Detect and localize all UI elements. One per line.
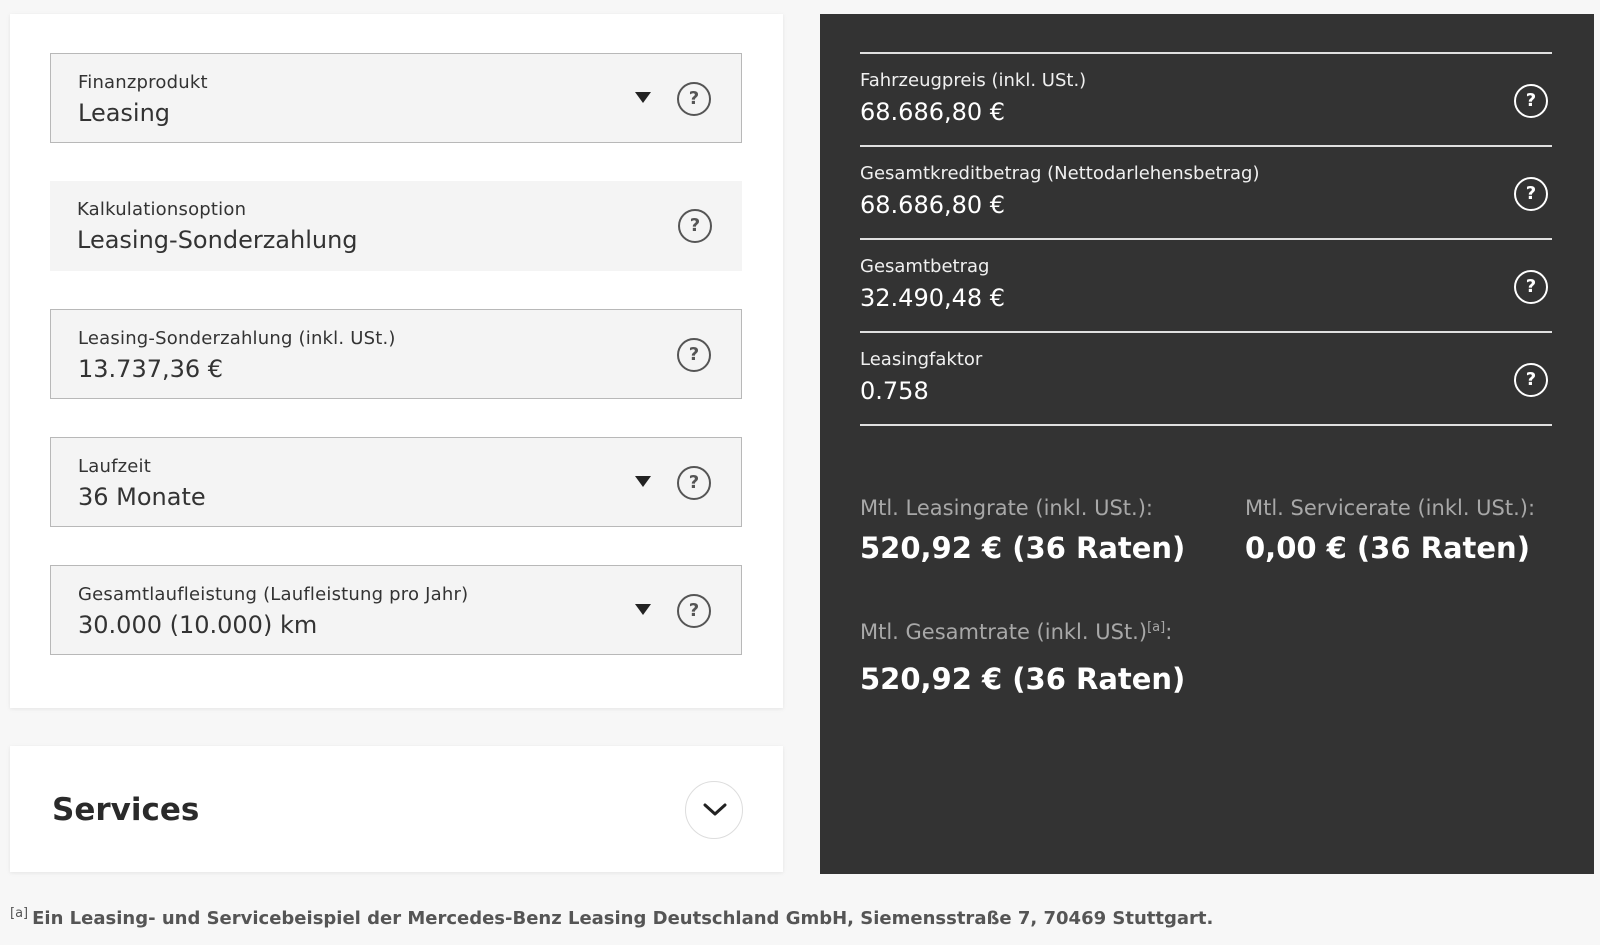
summary-row-gesamtkreditbetrag: Gesamtkreditbetrag (Nettodarlehensbetrag… [860,145,1552,238]
summary-row-leasingfaktor: Leasingfaktor 0.758 ? [860,331,1552,426]
field-label: Laufzeit [78,456,151,477]
help-icon[interactable]: ? [677,466,711,500]
total-rate-value: 520,92 € (36 Raten) [860,662,1186,696]
field-value: 30.000 (10.000) km [78,611,318,639]
field-label: Leasing-Sonderzahlung (inkl. USt.) [78,328,396,349]
service-rate-value: 0,00 € (36 Raten) [1245,531,1530,565]
help-icon[interactable]: ? [1514,177,1548,211]
financing-form-card: Finanzprodukt Leasing ? Kalkulationsopti… [10,14,783,708]
footnote: [a] Ein Leasing- und Servicebeispiel der … [10,906,1213,929]
caret-down-icon[interactable] [635,92,651,103]
field-label: Kalkulationsoption [77,199,247,220]
field-label: Gesamtlaufleistung (Laufleistung pro Jah… [78,584,469,605]
row-value: 0.758 [860,377,929,405]
help-icon[interactable]: ? [678,209,712,243]
caret-down-icon[interactable] [635,476,651,487]
row-label: Gesamtkreditbetrag (Nettodarlehensbetrag… [860,163,1260,184]
row-value: 68.686,80 € [860,191,1006,219]
services-title: Services [52,792,200,828]
help-icon[interactable]: ? [677,594,711,628]
field-value: Leasing [78,99,171,127]
help-icon[interactable]: ? [1514,363,1548,397]
kalkulationsoption-field: Kalkulationsoption Leasing-Sonderzahlung… [50,181,742,271]
summary-row-gesamtbetrag: Gesamtbetrag 32.490,48 € ? [860,238,1552,331]
row-label: Fahrzeugpreis (inkl. USt.) [860,70,1087,91]
row-value: 32.490,48 € [860,284,1006,312]
footnote-text: Ein Leasing- und Servicebeispiel der Mer… [32,908,1214,929]
help-icon[interactable]: ? [1514,84,1548,118]
footnote-marker: [a] [10,906,29,921]
field-label: Finanzprodukt [78,72,208,93]
row-label: Gesamtbetrag [860,256,990,277]
field-value: 36 Monate [78,483,206,511]
services-accordion[interactable]: Services [10,746,783,872]
help-icon[interactable]: ? [677,338,711,372]
field-value: Leasing-Sonderzahlung [77,226,358,254]
services-expand-button[interactable] [685,781,743,839]
service-rate-label: Mtl. Servicerate (inkl. USt.): [1245,496,1536,520]
row-label: Leasingfaktor [860,349,983,370]
field-value[interactable]: 13.737,36 € [78,355,223,383]
help-icon[interactable]: ? [677,82,711,116]
laufleistung-select[interactable]: Gesamtlaufleistung (Laufleistung pro Jah… [50,565,742,655]
laufzeit-select[interactable]: Laufzeit 36 Monate ? [50,437,742,527]
sonderzahlung-input[interactable]: Leasing-Sonderzahlung (inkl. USt.) 13.73… [50,309,742,399]
total-rate-label: Mtl. Gesamtrate (inkl. USt.)[a]: [860,620,1172,644]
total-rate-label-suffix: : [1165,620,1173,644]
leasing-rate-label: Mtl. Leasingrate (inkl. USt.): [860,496,1153,520]
finanzprodukt-select[interactable]: Finanzprodukt Leasing ? [50,53,742,143]
footnote-ref[interactable]: [a] [1147,620,1165,635]
chevron-down-icon [703,803,727,816]
summary-row-fahrzeugpreis: Fahrzeugpreis (inkl. USt.) 68.686,80 € ? [860,52,1552,145]
total-rate-label-text: Mtl. Gesamtrate (inkl. USt.) [860,620,1148,644]
summary-panel: Fahrzeugpreis (inkl. USt.) 68.686,80 € ?… [820,14,1594,874]
help-icon[interactable]: ? [1514,270,1548,304]
caret-down-icon[interactable] [635,604,651,615]
row-value: 68.686,80 € [860,98,1006,126]
leasing-rate-value: 520,92 € (36 Raten) [860,531,1186,565]
